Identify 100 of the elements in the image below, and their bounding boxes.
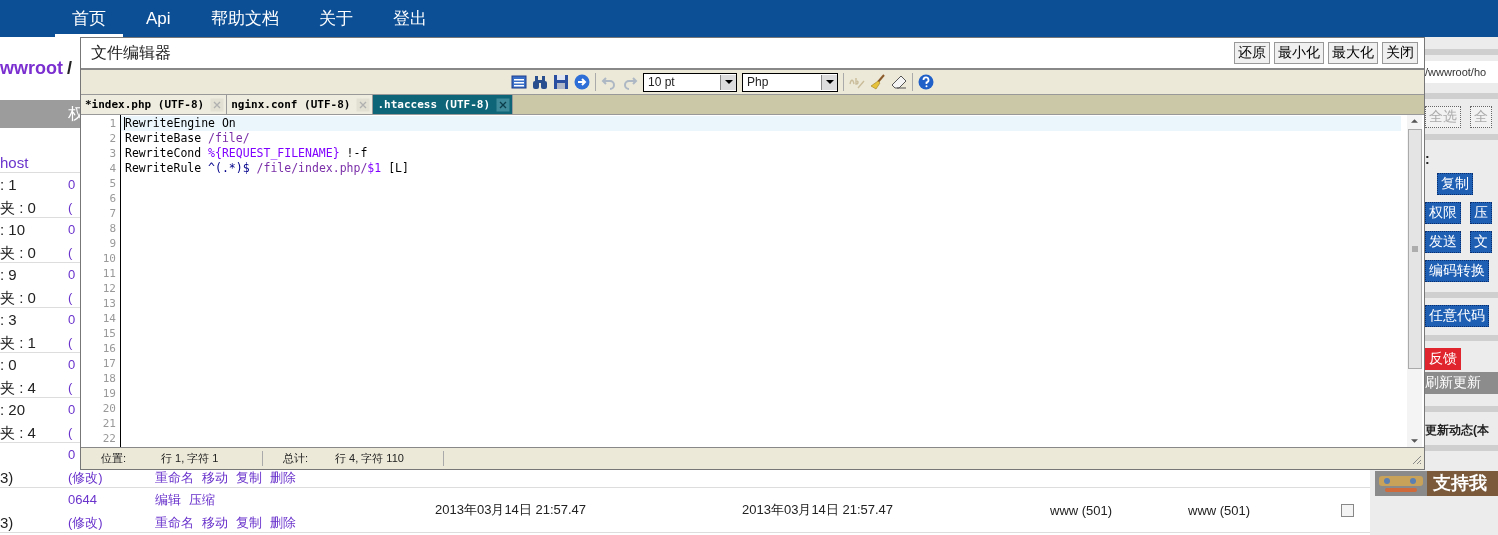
table-cell: 夹 : 1 bbox=[0, 335, 36, 351]
folder-link[interactable]: host bbox=[0, 155, 29, 171]
eraser-icon[interactable] bbox=[891, 74, 907, 90]
permission-link[interactable]: 0 bbox=[68, 267, 76, 283]
line-number: 9 bbox=[109, 236, 116, 251]
table-cell: : 1 bbox=[0, 177, 17, 193]
scroll-up-icon[interactable] bbox=[1411, 119, 1418, 123]
action-link[interactable]: 压缩 bbox=[189, 492, 215, 508]
action-link[interactable]: 删除 bbox=[270, 515, 296, 531]
scroll-down-icon[interactable] bbox=[1411, 439, 1418, 443]
line-number: 22 bbox=[102, 431, 116, 446]
table-cell: 夹 : 0 bbox=[0, 245, 36, 261]
line-number: 19 bbox=[102, 386, 116, 401]
line-number: 18 bbox=[102, 371, 116, 386]
list-icon[interactable] bbox=[511, 74, 527, 90]
action-link[interactable]: 编辑 bbox=[155, 492, 181, 508]
permission-link[interactable]: 0644 bbox=[68, 492, 97, 508]
caret-icon bbox=[724, 80, 733, 84]
permission-link[interactable]: 0 bbox=[68, 312, 76, 328]
nav-link[interactable]: 登出 bbox=[375, 0, 444, 37]
line-number: 20 bbox=[102, 401, 116, 416]
action-button[interactable]: 压 bbox=[1470, 202, 1492, 224]
text-cursor bbox=[124, 117, 125, 130]
permission-link[interactable]: ( bbox=[68, 425, 73, 441]
permission-link[interactable]: ( bbox=[68, 245, 73, 261]
line-number: 6 bbox=[109, 191, 116, 206]
permission-link[interactable]: ( bbox=[68, 380, 73, 396]
action-link[interactable]: 重命名 bbox=[155, 515, 194, 531]
line-number: 2 bbox=[109, 131, 116, 146]
window-button[interactable]: 最大化 bbox=[1328, 42, 1378, 64]
caret-icon bbox=[825, 80, 834, 84]
permission-link[interactable]: 0 bbox=[68, 357, 76, 373]
brush-icon[interactable] bbox=[870, 74, 886, 90]
scroll-thumb[interactable] bbox=[1407, 129, 1422, 369]
action-button[interactable]: 任意代码 bbox=[1425, 305, 1489, 327]
path-link[interactable]: wwroot bbox=[0, 58, 63, 79]
close-icon[interactable] bbox=[496, 97, 511, 112]
table-cell: www (501) bbox=[1050, 502, 1113, 518]
action-link[interactable]: 复制 bbox=[236, 515, 262, 531]
permission-link[interactable]: ( bbox=[68, 200, 73, 216]
window-title: 文件编辑器 bbox=[91, 42, 171, 63]
permission-link[interactable]: 0 bbox=[68, 447, 76, 463]
permission-link[interactable]: ( bbox=[68, 290, 73, 306]
code-line: RewriteEngine On bbox=[125, 116, 237, 131]
table-cell: 夹 : 4 bbox=[0, 380, 36, 396]
action-link[interactable]: 移动 bbox=[202, 515, 228, 531]
binoculars-icon[interactable] bbox=[532, 74, 548, 90]
line-number: 4 bbox=[109, 161, 116, 176]
line-number: 7 bbox=[109, 206, 116, 221]
action-button[interactable]: 发送 bbox=[1425, 231, 1461, 253]
code-line: RewriteBase /file/ bbox=[125, 131, 251, 146]
action-link[interactable]: 删除 bbox=[270, 470, 296, 486]
file-tab[interactable]: nginx.conf (UTF-8) bbox=[227, 95, 374, 114]
line-number: 15 bbox=[102, 326, 116, 341]
action-button[interactable]: 复制 bbox=[1437, 173, 1473, 195]
nav-link[interactable]: 关于 bbox=[301, 0, 370, 37]
code-line: RewriteCond %{REQUEST_FILENAME} !-f bbox=[125, 146, 369, 161]
action-button[interactable]: 权限 bbox=[1425, 202, 1461, 224]
action-button[interactable]: 文 bbox=[1470, 231, 1492, 253]
table-cell: : 0 bbox=[0, 357, 17, 373]
action-link[interactable]: 移动 bbox=[202, 470, 228, 486]
table-cell: 夹 : 0 bbox=[0, 200, 36, 216]
dropdown[interactable]: 10 pt bbox=[643, 72, 737, 92]
feedback-button[interactable]: 反馈 bbox=[1425, 348, 1461, 370]
line-number: 13 bbox=[102, 296, 116, 311]
action-button[interactable]: 编码转换 bbox=[1425, 260, 1489, 282]
close-icon[interactable] bbox=[356, 97, 371, 112]
table-cell: 夹 : 0 bbox=[0, 290, 36, 306]
close-icon[interactable] bbox=[210, 97, 225, 112]
window-button[interactable]: 还原 bbox=[1234, 42, 1270, 64]
nav-link[interactable]: 帮助文档 bbox=[193, 0, 296, 37]
permission-link[interactable]: 0 bbox=[68, 402, 76, 418]
action-link[interactable]: 重命名 bbox=[155, 470, 194, 486]
permission-link[interactable]: 0 bbox=[68, 177, 76, 193]
nav-link[interactable]: Api bbox=[129, 0, 188, 37]
status-label: 总计: bbox=[282, 451, 310, 466]
grip-icon bbox=[1411, 246, 1418, 252]
permission-link[interactable]: 0 bbox=[68, 222, 76, 238]
banner-text: 支持我 bbox=[1432, 472, 1487, 495]
status-text: 行 1, 字符 1 bbox=[161, 451, 263, 466]
permission-link[interactable]: (修改) bbox=[68, 470, 103, 486]
line-number: 21 bbox=[102, 416, 116, 431]
table-cell: www (501) bbox=[1188, 502, 1251, 518]
permission-link[interactable]: (修改) bbox=[68, 515, 103, 531]
save-icon[interactable] bbox=[553, 74, 569, 90]
dropdown[interactable]: Php bbox=[742, 72, 838, 92]
support-banner[interactable]: 支持我 bbox=[1375, 471, 1498, 496]
action-link[interactable]: 复制 bbox=[236, 470, 262, 486]
permission-link[interactable]: ( bbox=[68, 335, 73, 351]
checkbox[interactable] bbox=[1341, 503, 1354, 517]
window-button[interactable]: 关闭 bbox=[1382, 42, 1418, 64]
arrow-circle-icon[interactable] bbox=[574, 74, 590, 90]
file-tab[interactable]: *index.php (UTF-8) bbox=[81, 95, 228, 114]
help-icon[interactable] bbox=[918, 74, 934, 90]
path-field[interactable]: /wwwroot/ho bbox=[1425, 61, 1498, 83]
window-button[interactable]: 最小化 bbox=[1274, 42, 1324, 64]
line-number: 1 bbox=[109, 116, 116, 131]
file-tab[interactable]: .htaccess (UTF-8) bbox=[373, 95, 514, 114]
scrollbar[interactable] bbox=[1407, 115, 1422, 447]
table-cell: : 10 bbox=[0, 222, 26, 238]
